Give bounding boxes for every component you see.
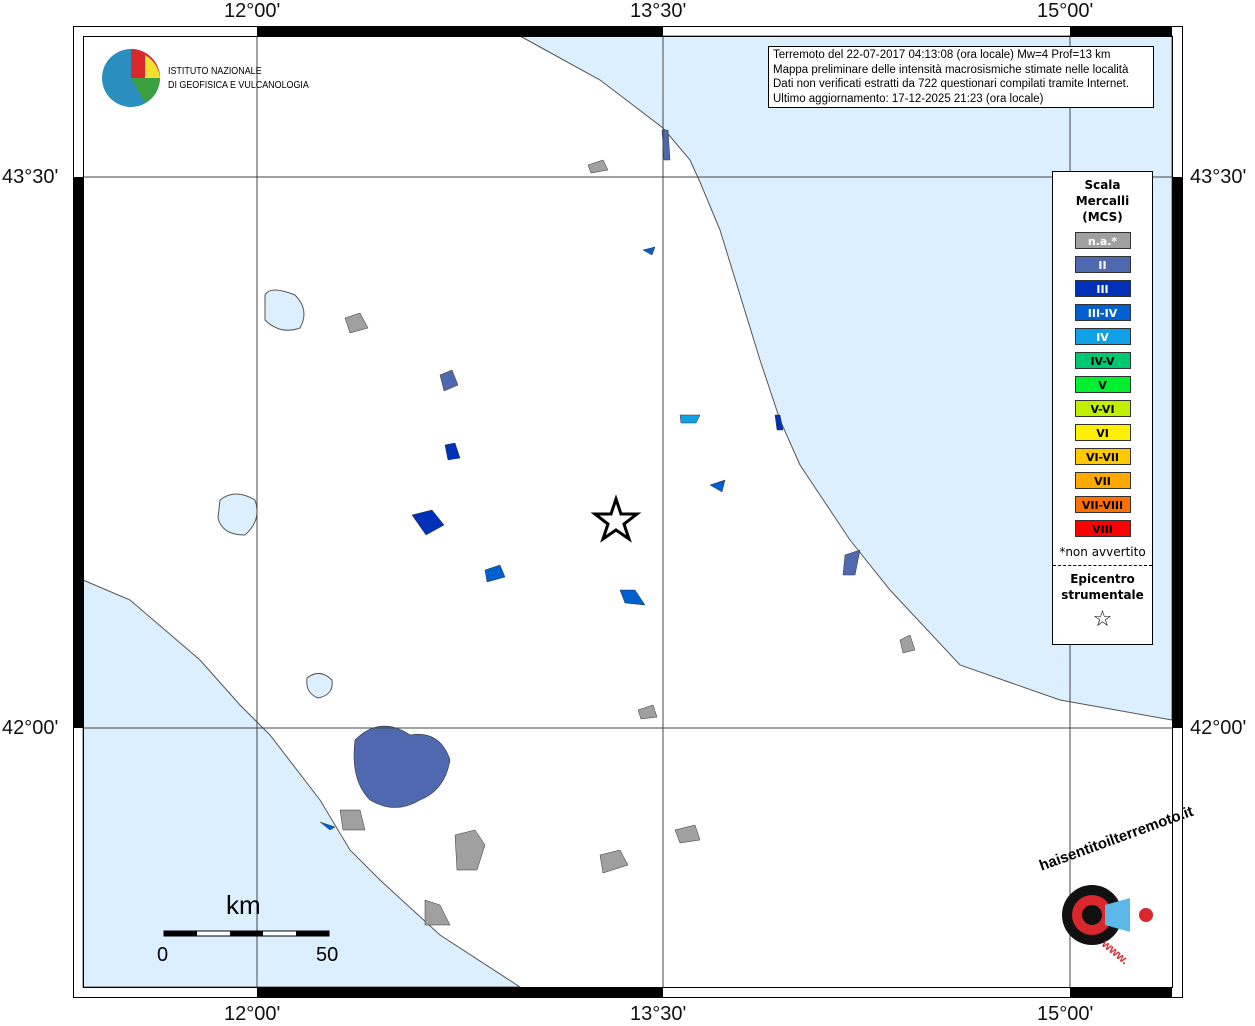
epicenter-legend: Epicentro strumentale [1061, 572, 1144, 602]
legend-swatch: III [1074, 280, 1131, 297]
legend-swatch: VI [1074, 424, 1131, 441]
legend-swatch: III-IV [1074, 304, 1131, 321]
lat-label-right: 42°00' [1190, 717, 1247, 739]
info-line: Mappa preliminare delle intensità macros… [773, 63, 1129, 76]
legend-swatch: IV [1074, 328, 1131, 345]
ingv-line2: DI GEOFISICA E VULCANOLOGIA [168, 79, 309, 91]
lat-label-right: 43°30' [1190, 166, 1247, 188]
star-icon: ☆ [1092, 607, 1113, 632]
lon-label-top: 12°00' [224, 0, 281, 22]
legend-swatch: VIII [1074, 520, 1131, 537]
ingv-logo-icon [102, 49, 160, 107]
legend-note: *non avvertito [1059, 545, 1146, 559]
info-line: Ultimo aggiornamento: 17-12-2025 21:23 (… [773, 92, 1044, 105]
legend-swatch: VII-VIII [1074, 496, 1131, 513]
legend-swatch: IV-V [1074, 352, 1131, 369]
scale-unit: km [226, 890, 261, 920]
ingv-line1: ISTITUTO NAZIONALE [168, 65, 262, 77]
info-line: Terremoto del 22-07-2017 04:13:08 (ora l… [773, 49, 1111, 61]
ingv-name: ISTITUTO NAZIONALE DI GEOFISICA E VULCAN… [168, 64, 309, 92]
info-line: Dati non verificati estratti da 722 ques… [773, 78, 1130, 90]
lat-label-left: 43°30' [2, 166, 59, 188]
lon-label-bottom: 15°00' [1037, 1003, 1094, 1025]
legend-swatch: II [1074, 256, 1131, 273]
lon-label-top: 15°00' [1037, 0, 1094, 22]
lon-label-top: 13°30' [630, 0, 687, 22]
lake-bolsena [217, 493, 258, 536]
lon-label-bottom: 12°00' [224, 1003, 281, 1025]
mcs-legend: Scala Mercalli (MCS) n.a.* II III III-IV IV I… [1052, 171, 1153, 645]
event-info-box: Terremoto del 22-07-2017 04:13:08 (ora l… [768, 46, 1154, 108]
scale-min: 0 [157, 944, 169, 966]
legend-swatch: VI-VII [1074, 448, 1131, 465]
legend-title: Scala Mercalli (MCS) [1075, 178, 1130, 224]
lon-label-bottom: 13°30' [630, 1003, 687, 1025]
lat-label-left: 42°00' [2, 717, 59, 739]
legend-swatch: V-VI [1074, 400, 1131, 417]
legend-swatch: n.a.* [1074, 232, 1131, 249]
legend-swatch: V [1074, 376, 1131, 393]
scale-max: 50 [316, 944, 339, 966]
scale-bar [163, 930, 330, 937]
legend-swatch: VII [1074, 472, 1131, 489]
